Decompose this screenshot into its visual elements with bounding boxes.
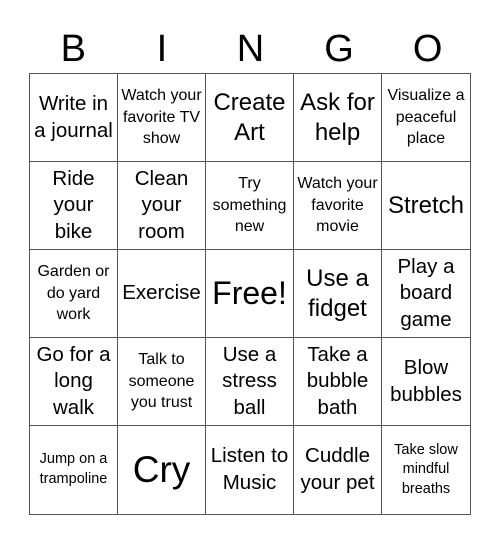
bingo-cell[interactable]: Go for a long walk [30, 338, 118, 426]
bingo-cell[interactable]: Cry [118, 426, 206, 514]
bingo-cell[interactable]: Ride your bike [30, 162, 118, 250]
bingo-cell[interactable]: Jump on a trampoline [30, 426, 118, 514]
bingo-cell[interactable]: Take a bubble bath [294, 338, 382, 426]
bingo-header: B I N G O [29, 26, 472, 72]
bingo-cell[interactable]: Use a stress ball [206, 338, 294, 426]
bingo-cell[interactable]: Try something new [206, 162, 294, 250]
bingo-cell[interactable]: Visualize a peaceful place [382, 74, 470, 162]
bingo-cell[interactable]: Blow bubbles [382, 338, 470, 426]
bingo-cell[interactable]: Take slow mindful breaths [382, 426, 470, 514]
bingo-cell[interactable]: Talk to someone you trust [118, 338, 206, 426]
bingo-cell[interactable]: Use a fidget [294, 250, 382, 338]
header-letter-i: I [156, 28, 168, 70]
bingo-cell[interactable]: Stretch [382, 162, 470, 250]
bingo-cell[interactable]: Exercise [118, 250, 206, 338]
bingo-cell[interactable]: Watch your favorite TV show [118, 74, 206, 162]
header-letter-n: N [236, 28, 265, 70]
bingo-cell[interactable]: Create Art [206, 74, 294, 162]
bingo-cell[interactable]: Write in a journal [30, 74, 118, 162]
header-letter-b: B [60, 28, 86, 70]
bingo-cell[interactable]: Cuddle your pet [294, 426, 382, 514]
bingo-grid: Write in a journal Watch your favorite T… [29, 73, 471, 515]
free-space-cell[interactable]: Free! [206, 250, 294, 338]
bingo-cell[interactable]: Watch your favorite movie [294, 162, 382, 250]
bingo-cell[interactable]: Play a board game [382, 250, 470, 338]
bingo-cell[interactable]: Garden or do yard work [30, 250, 118, 338]
bingo-cell[interactable]: Clean your room [118, 162, 206, 250]
header-letter-g: G [324, 28, 354, 70]
bingo-cell[interactable]: Listen to Music [206, 426, 294, 514]
bingo-cell[interactable]: Ask for help [294, 74, 382, 162]
header-letter-o: O [412, 28, 443, 70]
